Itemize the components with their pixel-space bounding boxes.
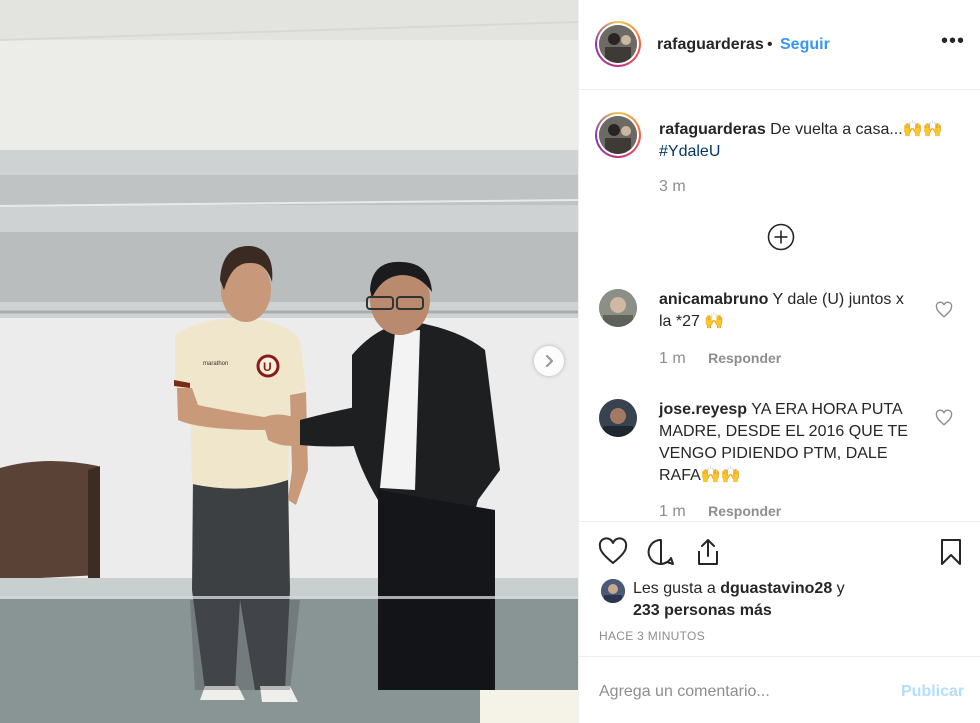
- post-actions: Les gusta a dguastavino28 y 233 personas…: [579, 521, 980, 723]
- post-photo: U marathon: [0, 0, 578, 723]
- comment-meta: 1 m Responder: [659, 503, 781, 521]
- likes-conjunction: y: [836, 580, 845, 597]
- post-image: U marathon: [0, 0, 578, 723]
- commenter-username[interactable]: anicamabruno: [659, 291, 768, 308]
- caption-text: De vuelta a casa...🙌🙌: [770, 121, 943, 138]
- follow-button[interactable]: Seguir: [780, 36, 830, 54]
- svg-text:marathon: marathon: [203, 361, 228, 367]
- liker-username[interactable]: dguastavino28: [720, 580, 832, 597]
- separator-dot: •: [767, 36, 773, 53]
- comment-body: anicamabruno Y dale (U) juntos x la *27 …: [659, 289, 919, 333]
- comment-input[interactable]: [599, 677, 879, 707]
- caption-time[interactable]: 3 m: [659, 178, 686, 196]
- heart-icon[interactable]: [935, 301, 953, 319]
- plus-circle-icon[interactable]: [767, 223, 795, 251]
- post-timestamp[interactable]: HACE 3 MINUTOS: [599, 629, 705, 643]
- likes-summary: Les gusta a dguastavino28 y 233 personas…: [633, 578, 963, 622]
- comment-meta: 1 m Responder: [659, 350, 781, 368]
- commenter-avatar[interactable]: [599, 289, 637, 327]
- next-image-button[interactable]: [534, 346, 564, 376]
- likes-prefix: Les gusta a: [633, 580, 716, 597]
- liker-avatar[interactable]: [601, 579, 625, 603]
- post-header: rafaguarderas • Seguir •••: [579, 0, 980, 90]
- heart-icon[interactable]: [935, 409, 953, 427]
- publish-button[interactable]: Publicar: [901, 683, 964, 701]
- more-options-icon[interactable]: •••: [941, 31, 965, 54]
- caption-text-block: rafaguarderas De vuelta a casa...🙌🙌 #Yda…: [659, 119, 959, 163]
- svg-text:U: U: [263, 360, 272, 374]
- chevron-right-icon: [545, 354, 554, 368]
- comment-time[interactable]: 1 m: [659, 350, 686, 367]
- heart-outline-icon[interactable]: [597, 536, 629, 568]
- bookmark-icon[interactable]: [935, 536, 967, 568]
- speech-bubble-icon[interactable]: [645, 536, 677, 568]
- author-avatar[interactable]: [595, 21, 641, 67]
- likes-others[interactable]: 233 personas más: [633, 602, 772, 619]
- reply-button[interactable]: Responder: [708, 503, 781, 519]
- add-comment-bar: Publicar: [579, 656, 980, 723]
- share-upload-icon[interactable]: [692, 536, 724, 568]
- comment-body: jose.reyesp YA ERA HORA PUTA MADRE, DESD…: [659, 399, 919, 487]
- caption-avatar[interactable]: [595, 112, 641, 158]
- commenter-username[interactable]: jose.reyesp: [659, 401, 747, 418]
- author-username[interactable]: rafaguarderas: [657, 36, 764, 54]
- comments-list: rafaguarderas De vuelta a casa...🙌🙌 #Yda…: [579, 91, 980, 521]
- post-side-panel: rafaguarderas • Seguir ••• rafaguarderas…: [578, 0, 980, 723]
- caption-hashtag[interactable]: #YdaleU: [659, 143, 720, 160]
- caption-username[interactable]: rafaguarderas: [659, 121, 766, 138]
- reply-button[interactable]: Responder: [708, 350, 781, 366]
- commenter-avatar[interactable]: [599, 399, 637, 437]
- comment-time[interactable]: 1 m: [659, 503, 686, 520]
